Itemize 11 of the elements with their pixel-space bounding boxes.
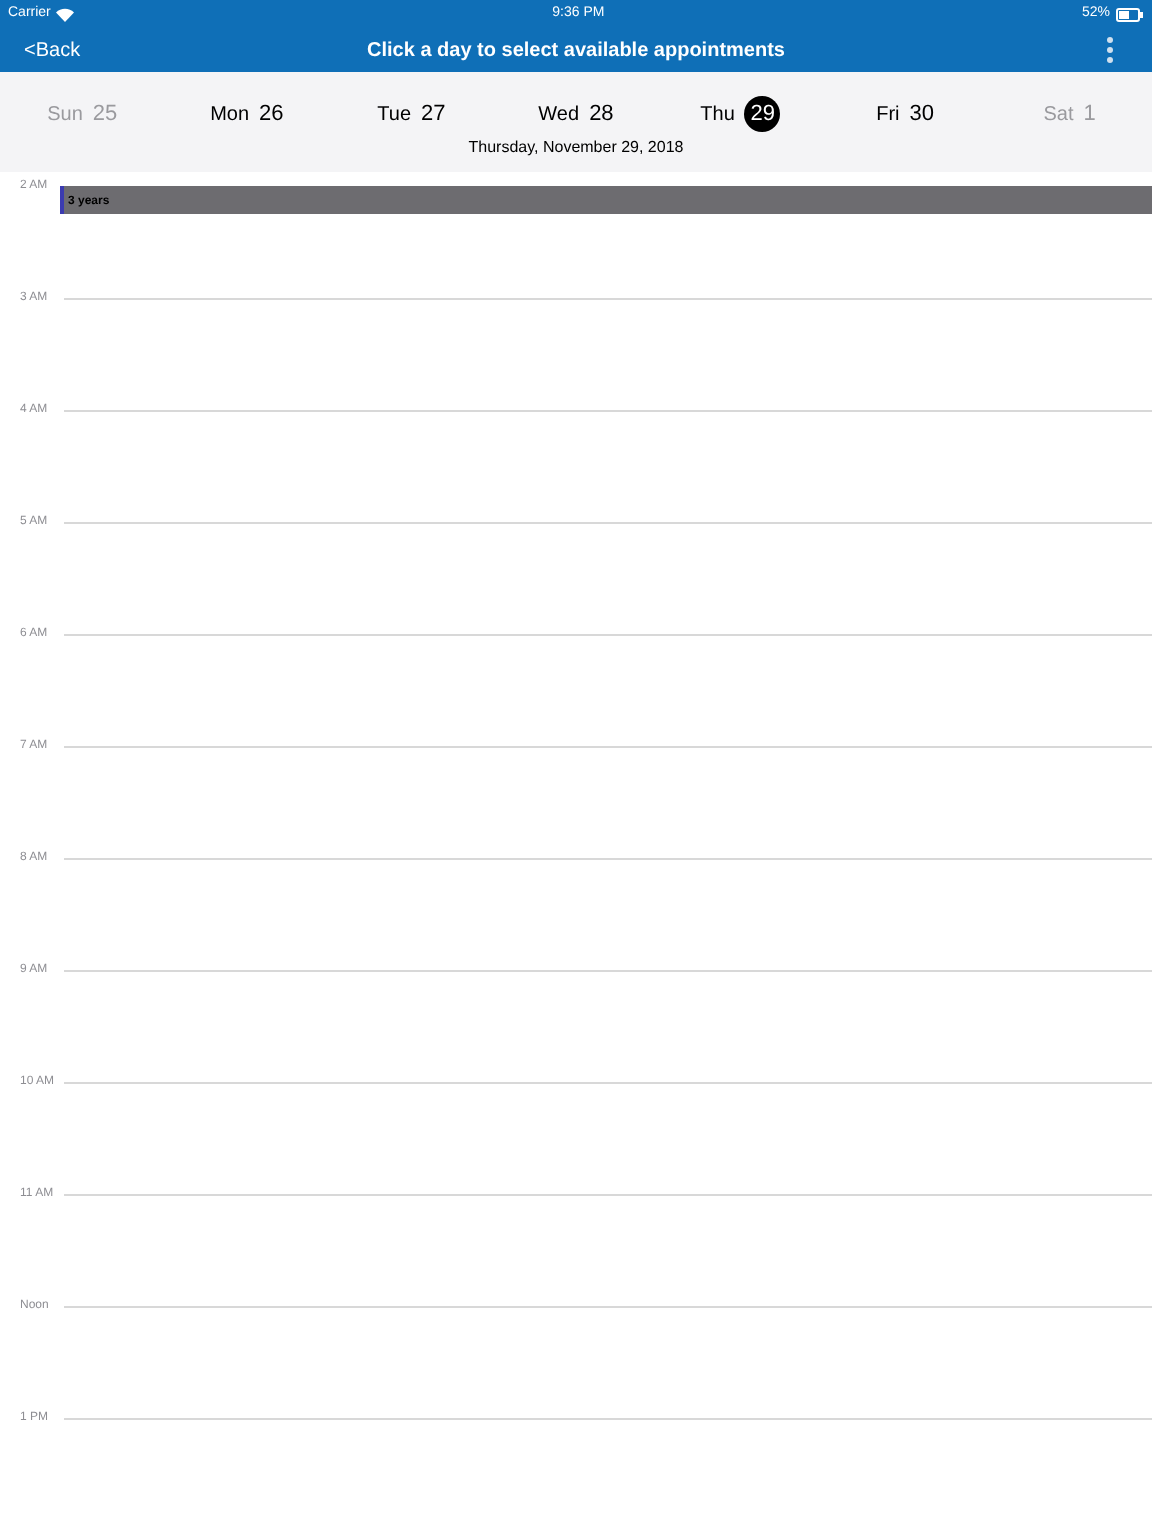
day-tab[interactable]: Thu 29 xyxy=(658,92,823,136)
wifi-icon xyxy=(56,7,75,21)
day-tab[interactable]: Mon 26 xyxy=(164,92,330,136)
day-tab[interactable]: Fri 30 xyxy=(822,92,988,136)
battery-icon xyxy=(1115,7,1144,21)
more-icon[interactable] xyxy=(1106,36,1114,64)
day-tab[interactable]: Tue 27 xyxy=(329,92,494,136)
back-button[interactable]: <Back xyxy=(24,35,81,65)
page-title: Click a day to select available appointments xyxy=(367,37,785,65)
day-tab[interactable]: Wed 28 xyxy=(493,92,659,136)
selected-date: Thursday, November 29, 2018 xyxy=(468,136,684,160)
